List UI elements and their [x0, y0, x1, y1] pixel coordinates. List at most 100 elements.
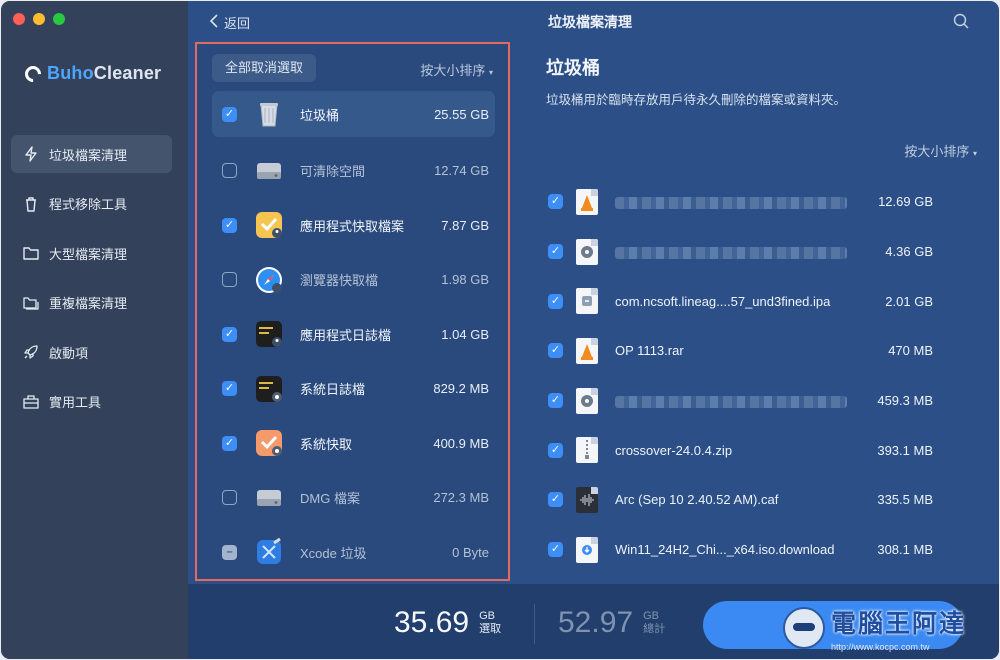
search-icon[interactable]: [953, 13, 969, 34]
file-name: Arc (Sep 10 2.40.52 AM).caf: [615, 492, 779, 508]
file-row[interactable]: ✓ 4.36 GB: [548, 227, 948, 277]
blurred-filename: [615, 395, 847, 408]
category-checkbox[interactable]: ✓: [222, 106, 237, 122]
audio-file-icon: [576, 486, 598, 513]
brand-logo-area: BuhoCleaner: [21, 62, 161, 85]
sidebar-item-junk-cleaner[interactable]: 垃圾檔案清理: [11, 135, 172, 173]
category-row-system-logs[interactable]: ✓ 系統日誌檔 829.2 MB: [212, 362, 495, 417]
watermark-text: 電腦王阿達 http://www.kocpc.com.tw: [831, 604, 966, 652]
category-list: ✓ 垃圾桶 25.55 GB 可清除空間 12.74 GB ✓ 應用程式快取檔案…: [212, 89, 495, 580]
file-row[interactable]: ✓ crossover-24.0.4.zip 393.1 MB: [548, 425, 948, 475]
minimize-window-button[interactable]: [33, 13, 45, 25]
category-checkbox[interactable]: [222, 163, 237, 179]
category-row-dmg[interactable]: DMG 檔案 272.3 MB: [212, 471, 495, 526]
app-log-icon: [254, 319, 284, 349]
back-label: 返回: [224, 16, 251, 31]
detail-description: 垃圾桶用於臨時存放用戶待永久刪除的檔案或資料夾。: [546, 93, 847, 107]
bolt-icon: [23, 146, 39, 162]
file-name-blurred: [615, 194, 847, 209]
category-row-purgeable[interactable]: 可清除空間 12.74 GB: [212, 144, 495, 199]
detail-sort-dropdown[interactable]: 按大小排序 ▾: [904, 141, 977, 160]
ipa-file-icon: [576, 288, 598, 315]
chevron-down-icon: ▾: [488, 68, 493, 77]
category-size: 400.9 MB: [433, 435, 489, 451]
file-size: 12.69 GB: [878, 194, 933, 210]
duplicate-folder-icon: [23, 295, 39, 311]
watermark: 電腦王阿達 http://www.kocpc.com.tw: [783, 597, 999, 659]
selected-size-unit: GB 選取: [479, 610, 501, 636]
sidebar-item-uninstaller[interactable]: 程式移除工具: [11, 185, 172, 223]
category-name: 系統快取: [300, 436, 353, 452]
sidebar-item-label: 程式移除工具: [49, 197, 128, 212]
file-checkbox[interactable]: ✓: [548, 244, 563, 260]
sidebar-item-label: 垃圾檔案清理: [49, 147, 128, 163]
sort-dropdown[interactable]: 按大小排序 ▾: [420, 60, 493, 79]
total-size-unit: GB 總計: [643, 610, 665, 636]
file-row[interactable]: ✓ Win11_24H2_Chi..._x64.iso.download 308…: [548, 525, 948, 575]
watermark-title: 電腦王阿達: [831, 610, 967, 638]
file-checkbox[interactable]: ✓: [548, 293, 563, 309]
folder-icon: [23, 245, 39, 261]
category-row-app-cache[interactable]: ✓ 應用程式快取檔案 7.87 GB: [212, 198, 495, 253]
file-checkbox[interactable]: ✓: [548, 492, 563, 508]
file-size: 308.1 MB: [877, 542, 933, 558]
category-name: 應用程式日誌檔: [300, 327, 392, 343]
zoom-window-button[interactable]: [53, 13, 65, 25]
download-file-icon: [576, 536, 598, 563]
sidebar-item-startup[interactable]: 啟動項: [11, 333, 172, 371]
category-size: 25.55 GB: [434, 106, 489, 122]
file-row[interactable]: ✓ Arc (Sep 10 2.40.52 AM).caf 335.5 MB: [548, 475, 948, 525]
vlc-file-icon: [576, 337, 598, 364]
selected-size-stat: 35.69 GB 選取: [394, 606, 501, 640]
file-row[interactable]: ✓ OP 1113.rar 470 MB: [548, 326, 948, 376]
file-row[interactable]: ✓ com.ncsoft.lineag....57_und3fined.ipa …: [548, 276, 948, 326]
sidebar-item-label: 實用工具: [49, 395, 102, 410]
sidebar-item-toolkit[interactable]: 實用工具: [11, 383, 172, 421]
category-row-browser-cache[interactable]: 瀏覽器快取檔 1.98 GB: [212, 253, 495, 308]
chevron-left-icon: [209, 14, 218, 31]
sidebar-item-duplicates[interactable]: 重複檔案清理: [11, 284, 172, 322]
system-log-icon: [254, 374, 284, 404]
category-checkbox[interactable]: ✓: [222, 326, 237, 342]
category-checkbox[interactable]: [222, 272, 237, 288]
sidebar-item-label: 重複檔案清理: [49, 296, 128, 311]
file-row[interactable]: ✓ 12.69 GB: [548, 177, 948, 227]
file-checkbox[interactable]: ✓: [548, 343, 563, 359]
toolbox-icon: [23, 394, 39, 410]
category-checkbox[interactable]: [222, 490, 237, 506]
browser-icon: [254, 265, 284, 295]
file-name: crossover-24.0.4.zip: [615, 442, 733, 458]
category-checkbox[interactable]: ✓: [222, 435, 237, 451]
top-bar: 返回 垃圾檔案清理: [188, 1, 999, 41]
file-checkbox[interactable]: ✓: [548, 442, 563, 458]
category-panel-header: 全部取消選取 按大小排序 ▾: [212, 54, 493, 84]
category-checkbox[interactable]: ✓: [222, 381, 237, 397]
drive-icon: [254, 156, 284, 186]
watermark-url: http://www.kocpc.com.tw: [831, 642, 930, 652]
category-name: 可清除空間: [300, 164, 366, 180]
file-checkbox[interactable]: ✓: [548, 542, 563, 558]
file-checkbox[interactable]: ✓: [548, 194, 563, 210]
chevron-down-icon: ▾: [972, 149, 977, 158]
file-row[interactable]: ✓ 459.3 MB: [548, 376, 948, 426]
sidebar-item-large-files[interactable]: 大型檔案清理: [11, 234, 172, 272]
window-controls: [13, 13, 65, 25]
sidebar: BuhoCleaner 垃圾檔案清理 程式移除工具 大型檔案清理 重複檔案清理 …: [1, 1, 188, 659]
file-list: ✓ 12.69 GB ✓ 4.36 GB ✓ com.ncsoft.lineag…: [548, 177, 948, 575]
back-button[interactable]: 返回: [209, 13, 251, 32]
file-size: 393.1 MB: [877, 442, 933, 458]
category-name: Xcode 垃圾: [300, 545, 367, 561]
file-checkbox[interactable]: ✓: [548, 393, 563, 409]
category-checkbox[interactable]: ✓: [222, 217, 237, 233]
category-row-app-logs[interactable]: ✓ 應用程式日誌檔 1.04 GB: [212, 307, 495, 362]
mascot-logo-icon: [783, 607, 825, 649]
category-row-trash[interactable]: ✓ 垃圾桶 25.55 GB: [212, 91, 495, 137]
close-window-button[interactable]: [13, 13, 25, 25]
category-row-xcode[interactable]: – Xcode 垃圾 0 Byte: [212, 525, 495, 580]
xcode-icon: [254, 537, 284, 567]
category-name: DMG 檔案: [300, 491, 360, 507]
file-size: 470 MB: [888, 343, 933, 359]
deselect-all-button[interactable]: 全部取消選取: [212, 54, 317, 82]
category-row-system-cache[interactable]: ✓ 系統快取 400.9 MB: [212, 416, 495, 471]
category-checkbox[interactable]: –: [222, 544, 237, 560]
